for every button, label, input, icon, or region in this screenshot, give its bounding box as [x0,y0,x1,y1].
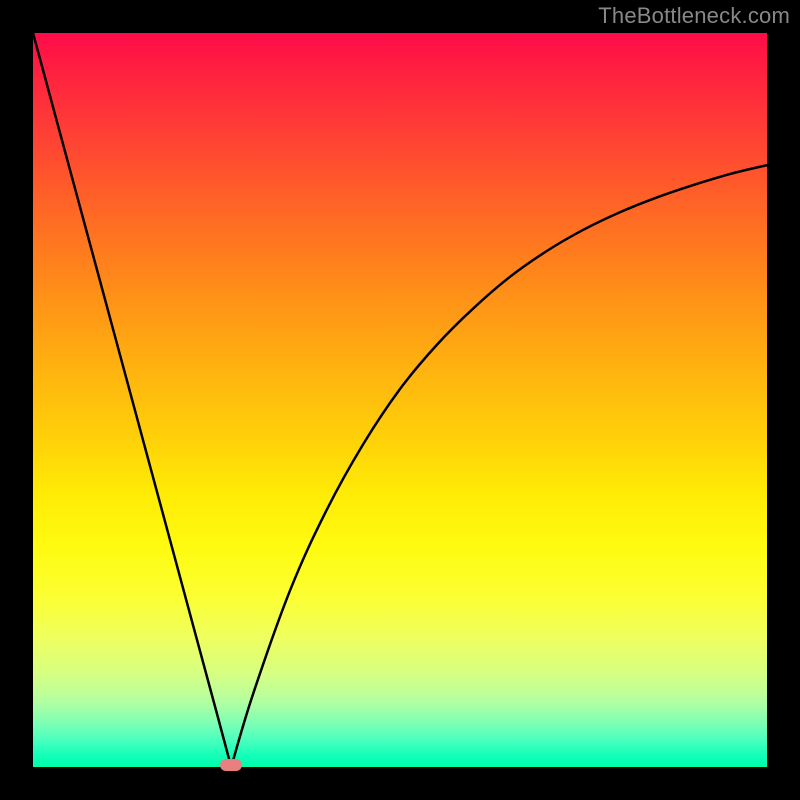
watermark-text: TheBottleneck.com [598,3,790,29]
optimum-marker [220,759,242,771]
chart-frame: TheBottleneck.com [0,0,800,800]
bottleneck-curve [33,33,767,767]
